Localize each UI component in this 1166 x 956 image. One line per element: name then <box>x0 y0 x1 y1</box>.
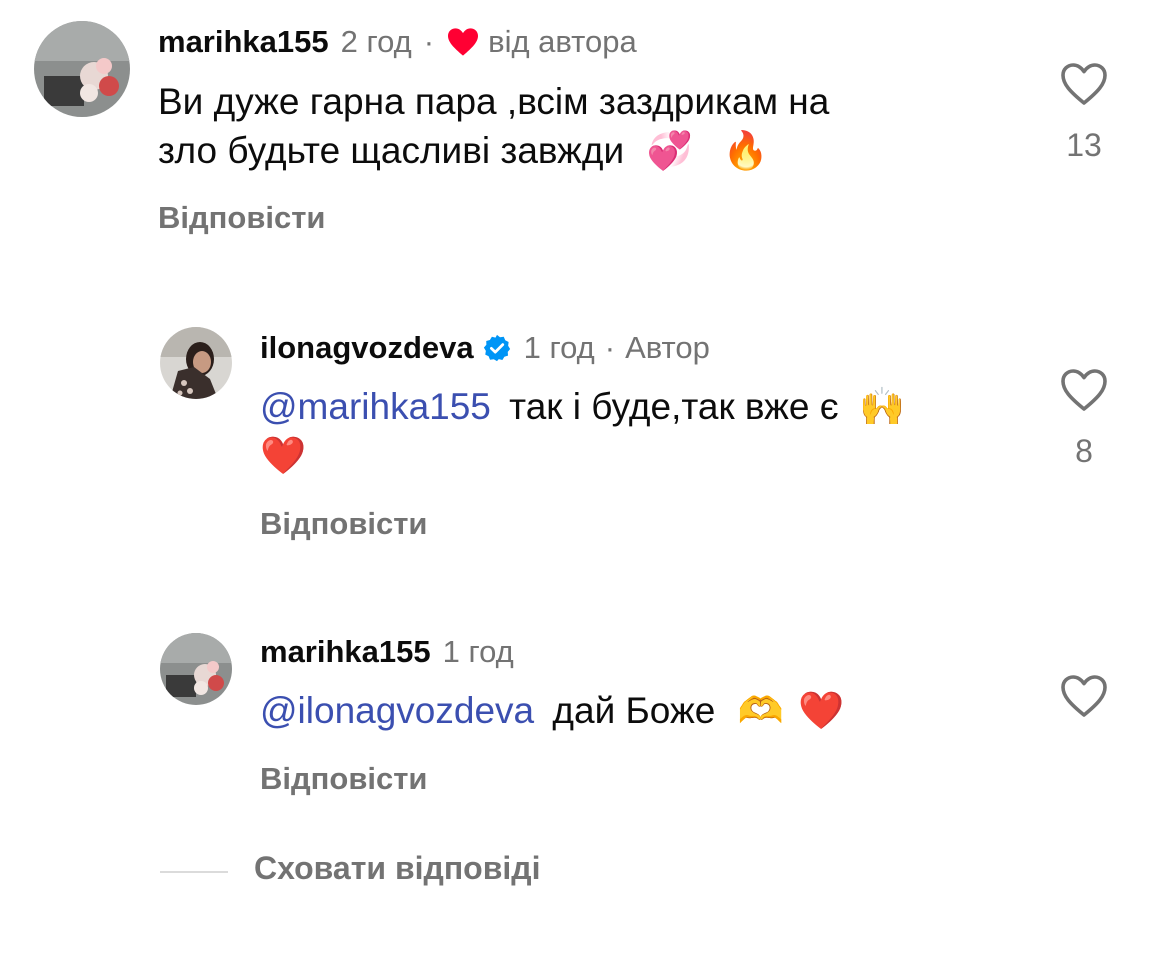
heart-hands-emoji: 🫶 <box>737 689 784 732</box>
two-hearts-emoji: 💞 <box>646 129 693 172</box>
like-group: 8 <box>1049 368 1119 470</box>
comment-text-line2: зло будьте щасливі завжди 💞 🔥 <box>158 126 1018 175</box>
raising-hands-emoji: 🙌 <box>858 385 906 428</box>
like-count: 8 <box>1075 433 1093 469</box>
comment-meta: ilonagvozdeva 1 год · Автор <box>260 329 710 367</box>
comment-body: так і буде,так вже є <box>509 386 839 427</box>
mention-link[interactable]: @marihka155 <box>260 386 491 427</box>
comment-text: Ви дуже гарна пара ,всім заздрикам на зл… <box>158 77 1018 175</box>
username[interactable]: ilonagvozdeva <box>260 329 474 367</box>
filled-heart-icon <box>446 27 480 57</box>
comment-text-line1: Ви дуже гарна пара ,всім заздрикам на <box>158 81 830 122</box>
comment-text-line2-text: зло будьте щасливі завжди <box>158 130 625 171</box>
red-heart-emoji: ❤️ <box>797 689 845 732</box>
like-group <box>1049 674 1119 723</box>
separator: · <box>604 330 616 365</box>
separator: · <box>423 24 435 59</box>
heart-outline-icon[interactable] <box>1060 368 1108 417</box>
comment-text: @ilonagvozdeva дай Боже 🫶 ❤️ <box>260 686 1020 735</box>
timestamp: 1 год <box>523 330 595 365</box>
heart-outline-icon[interactable] <box>1060 674 1108 723</box>
timestamp: 1 год <box>442 634 514 669</box>
comment-body: дай Боже <box>552 690 716 731</box>
comment-text-line1: @marihka155 так і буде,так вже є 🙌 <box>260 382 1020 431</box>
fire-emoji: 🔥 <box>722 129 769 172</box>
username[interactable]: marihka155 <box>158 23 329 61</box>
timestamp: 2 год <box>340 24 412 59</box>
avatar-marihka155[interactable] <box>160 633 232 705</box>
comment-text: @marihka155 так і буде,так вже є 🙌 ❤️ <box>260 382 1020 480</box>
replies-divider <box>160 871 228 873</box>
reply-button[interactable]: Відповісти <box>260 761 428 797</box>
red-heart-emoji: ❤️ <box>260 434 307 477</box>
like-group: 13 <box>1049 62 1119 164</box>
avatar-ilonagvozdeva[interactable] <box>160 327 232 399</box>
mention-link[interactable]: @ilonagvozdeva <box>260 690 534 731</box>
by-author-label: від автора <box>488 24 637 59</box>
verified-badge-icon <box>482 333 512 363</box>
comment-meta: marihka155 1 год <box>260 633 514 671</box>
comment-text-line2: ❤️ <box>260 431 1020 480</box>
comment-meta: marihka155 2 год · від автора <box>158 23 637 61</box>
hide-replies-button[interactable]: Сховати відповіді <box>254 850 540 887</box>
author-label: Автор <box>625 330 710 365</box>
avatar-marihka155[interactable] <box>34 21 130 117</box>
reply-button[interactable]: Відповісти <box>158 200 326 236</box>
username[interactable]: marihka155 <box>260 633 431 671</box>
heart-outline-icon[interactable] <box>1060 62 1108 111</box>
like-count: 13 <box>1066 127 1102 163</box>
reply-button[interactable]: Відповісти <box>260 506 428 542</box>
